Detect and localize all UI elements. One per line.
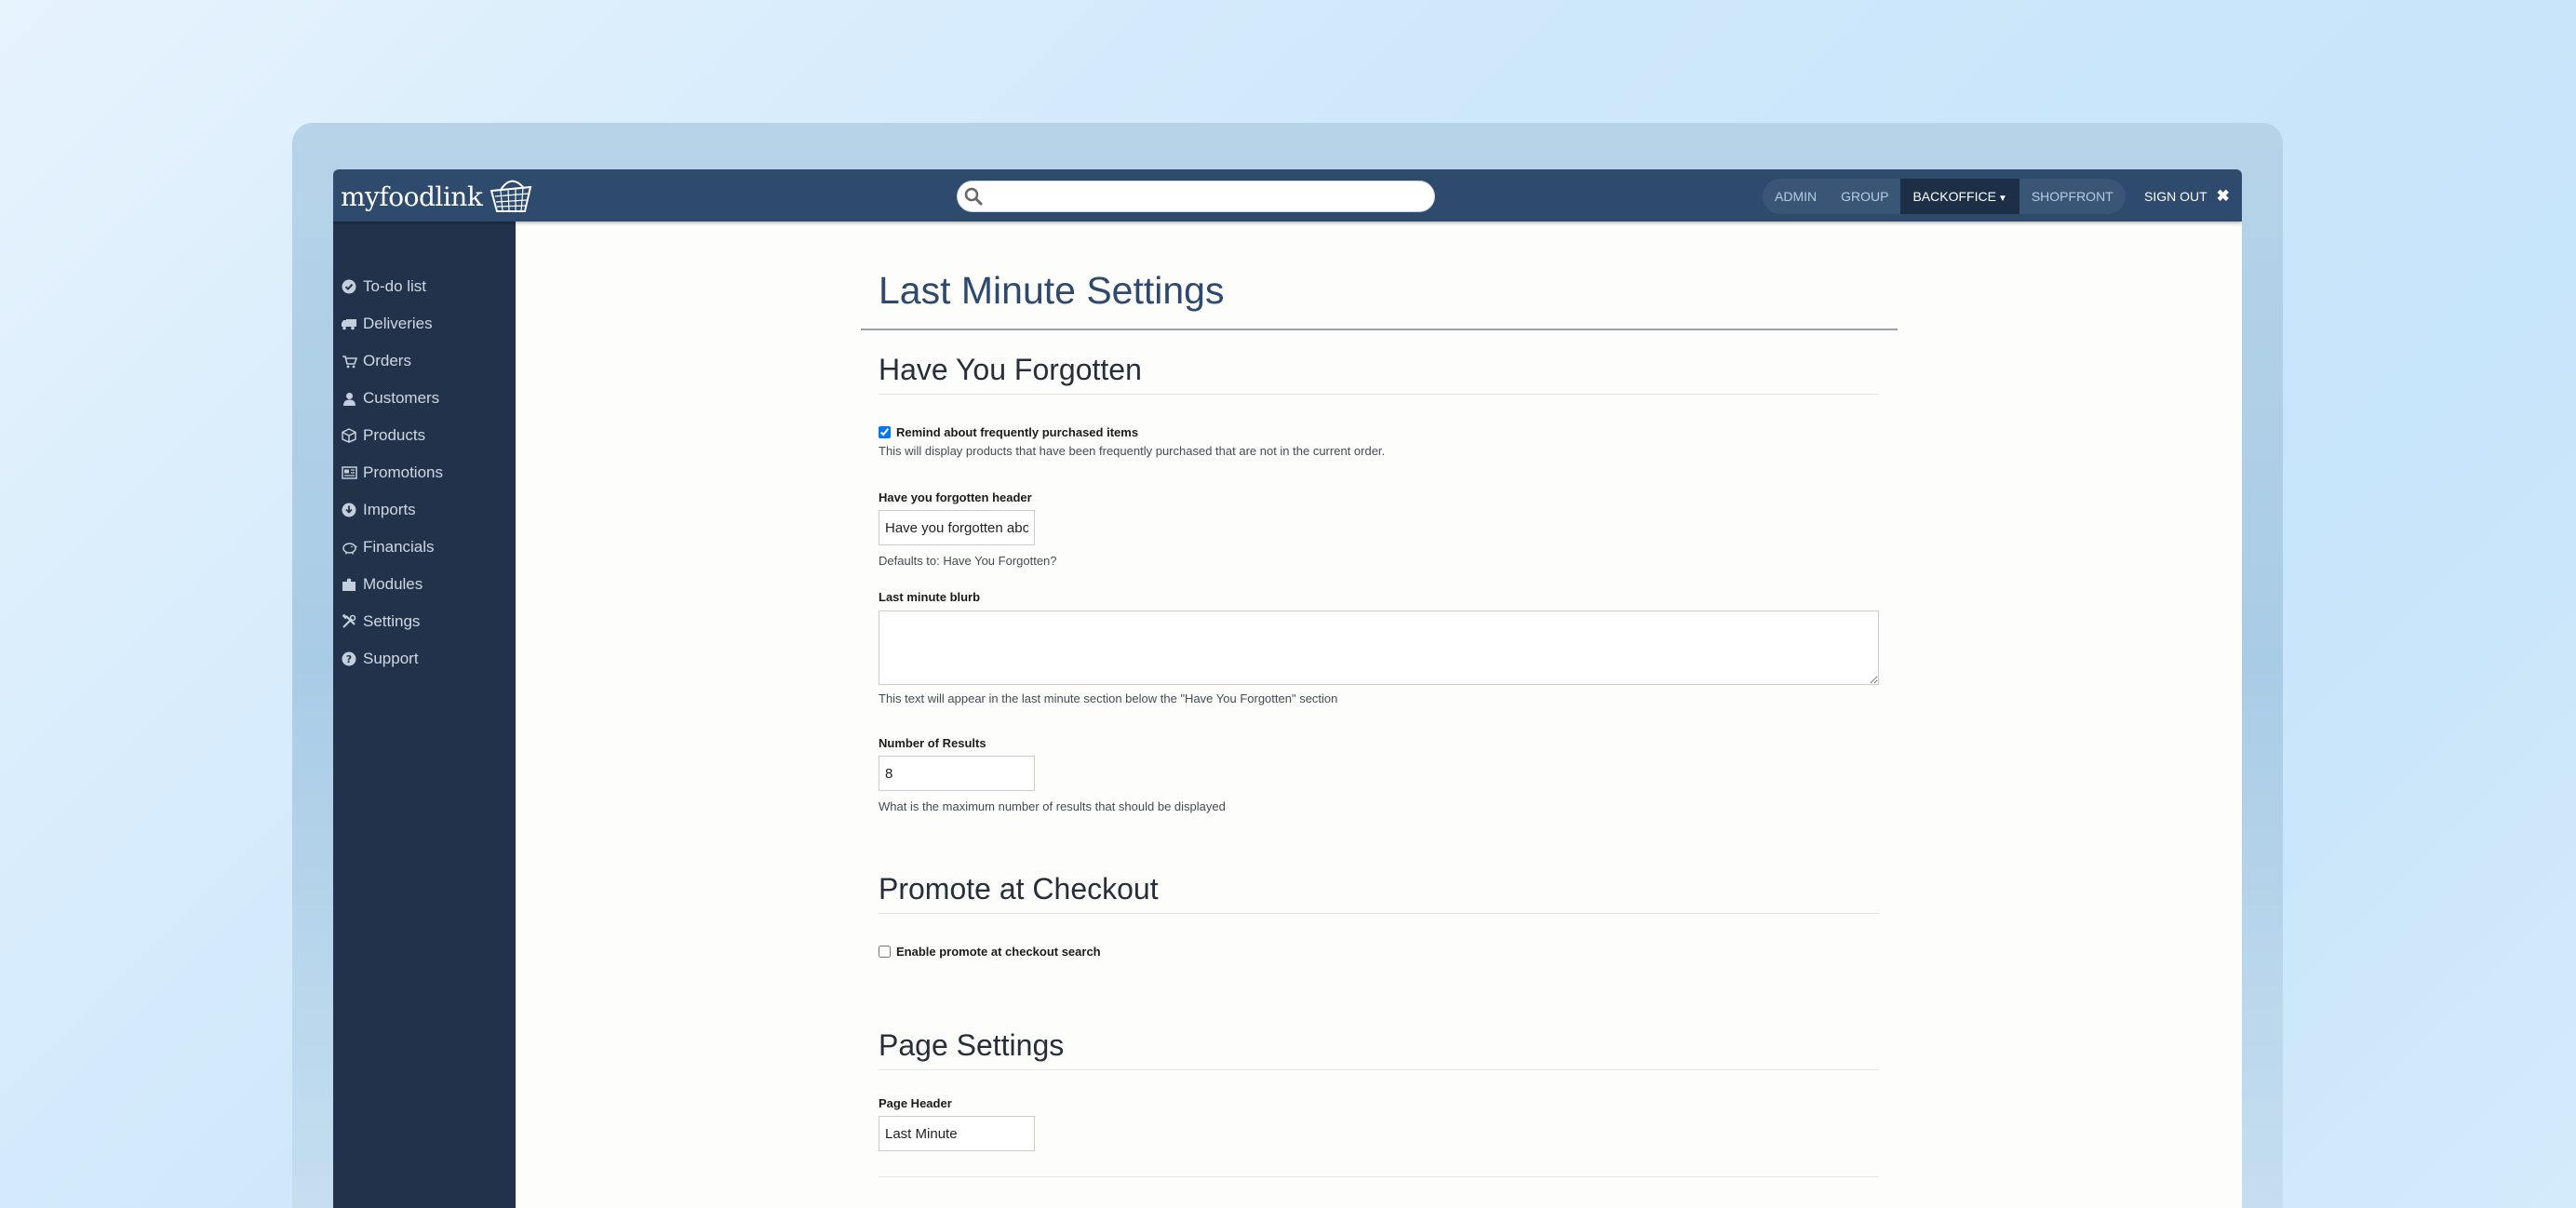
section-heading-page-settings: Page Settings bbox=[879, 1028, 1065, 1062]
sidebar-item-products[interactable]: Products bbox=[333, 417, 516, 454]
environment-switcher: ADMIN GROUP BACKOFFICE ▼ SHOPFRONT bbox=[1763, 179, 2126, 214]
last-minute-blurb-textarea[interactable] bbox=[879, 611, 1879, 685]
sidebar-item-support[interactable]: ? Support bbox=[333, 640, 516, 678]
section-divider bbox=[879, 394, 1879, 395]
page-header-field-label: Page Header bbox=[879, 1096, 952, 1110]
sidebar-item-label: Modules bbox=[363, 575, 423, 593]
puzzle-icon bbox=[341, 576, 357, 593]
remind-help-text: This will display products that have bee… bbox=[879, 444, 1386, 458]
section-heading-promote-at-checkout: Promote at Checkout bbox=[879, 872, 1159, 906]
enable-promote-checkbox[interactable] bbox=[879, 946, 891, 958]
enable-promote-label: Enable promote at checkout search bbox=[896, 945, 1101, 959]
section-divider bbox=[879, 913, 1879, 914]
piggy-bank-icon bbox=[341, 539, 357, 556]
sidebar-item-label: Settings bbox=[363, 612, 421, 630]
check-circle-icon bbox=[341, 278, 357, 295]
caret-down-icon: ▼ bbox=[1997, 194, 2007, 204]
title-divider bbox=[861, 329, 1898, 330]
env-group[interactable]: GROUP bbox=[1829, 179, 1900, 214]
number-of-results-input[interactable] bbox=[879, 756, 1035, 791]
blurb-help-text: This text will appear in the last minute… bbox=[879, 691, 1338, 705]
sidebar-item-orders[interactable]: Orders bbox=[333, 342, 516, 380]
search-box[interactable] bbox=[957, 181, 1435, 212]
env-backoffice-label: BACKOFFICE bbox=[1912, 189, 1996, 204]
header-help-text: Defaults to: Have You Forgotten? bbox=[879, 554, 1057, 568]
logo-text: myfoodlink bbox=[341, 181, 483, 212]
sidebar-item-label: To-do list bbox=[363, 277, 427, 295]
app-window: myfoodlink ADMIN GROUP BACKOFFICE ▼ SHOPF… bbox=[333, 169, 2242, 1208]
sidebar-item-label: Products bbox=[363, 426, 426, 444]
env-backoffice[interactable]: BACKOFFICE ▼ bbox=[1900, 179, 2019, 214]
newspaper-icon bbox=[341, 464, 357, 481]
sidebar: To-do list Deliveries Orders Customers P… bbox=[333, 221, 516, 1208]
sidebar-item-label: Financials bbox=[363, 538, 435, 556]
search-input[interactable] bbox=[991, 185, 1423, 209]
sidebar-item-financials[interactable]: Financials bbox=[333, 529, 516, 566]
page-title: Last Minute Settings bbox=[879, 269, 1225, 312]
section-heading-have-you-forgotten: Have You Forgotten bbox=[879, 353, 1142, 386]
page-header-input[interactable] bbox=[879, 1116, 1035, 1151]
sidebar-item-settings[interactable]: Settings bbox=[333, 603, 516, 640]
sidebar-item-label: Promotions bbox=[363, 463, 443, 481]
have-you-forgotten-header-input[interactable] bbox=[879, 510, 1035, 545]
enable-promote-row[interactable]: Enable promote at checkout search bbox=[879, 945, 1101, 959]
close-icon: ✖ bbox=[2216, 187, 2230, 205]
sidebar-item-label: Deliveries bbox=[363, 315, 433, 332]
sidebar-item-label: Imports bbox=[363, 501, 416, 518]
sidebar-item-customers[interactable]: Customers bbox=[333, 380, 516, 417]
remind-frequent-items-row[interactable]: Remind about frequently purchased items bbox=[879, 425, 1138, 439]
blurb-field-label: Last minute blurb bbox=[879, 590, 981, 604]
sidebar-item-todo-list[interactable]: To-do list bbox=[333, 268, 516, 305]
env-admin[interactable]: ADMIN bbox=[1763, 179, 1829, 214]
search-icon bbox=[964, 187, 983, 206]
box-icon bbox=[341, 427, 357, 444]
results-help-text: What is the maximum number of results th… bbox=[879, 799, 1226, 813]
question-circle-icon: ? bbox=[341, 651, 357, 667]
top-navbar: myfoodlink ADMIN GROUP BACKOFFICE ▼ SHOPF… bbox=[333, 169, 2242, 221]
truck-icon bbox=[341, 315, 357, 332]
svg-text:?: ? bbox=[346, 653, 352, 665]
sidebar-item-label: Orders bbox=[363, 352, 411, 369]
sidebar-item-imports[interactable]: Imports bbox=[333, 491, 516, 529]
results-field-label: Number of Results bbox=[879, 736, 986, 750]
remind-frequent-items-checkbox[interactable] bbox=[879, 426, 891, 438]
cart-icon bbox=[341, 353, 357, 369]
user-icon bbox=[341, 390, 357, 407]
section-divider bbox=[879, 1069, 1879, 1070]
download-circle-icon bbox=[341, 502, 357, 518]
tools-icon bbox=[341, 613, 357, 630]
sign-out-button[interactable]: SIGN OUT ✖ bbox=[2144, 179, 2230, 214]
basket-icon bbox=[490, 180, 532, 212]
env-shopfront[interactable]: SHOPFRONT bbox=[2019, 179, 2126, 214]
logo[interactable]: myfoodlink bbox=[341, 177, 534, 216]
sidebar-item-deliveries[interactable]: Deliveries bbox=[333, 305, 516, 342]
sidebar-item-promotions[interactable]: Promotions bbox=[333, 454, 516, 491]
sidebar-item-modules[interactable]: Modules bbox=[333, 566, 516, 603]
sidebar-item-label: Support bbox=[363, 650, 419, 667]
header-field-label: Have you forgotten header bbox=[879, 490, 1032, 504]
section-divider bbox=[879, 1176, 1879, 1177]
sidebar-item-label: Customers bbox=[363, 389, 440, 407]
sign-out-label: SIGN OUT bbox=[2144, 189, 2207, 204]
main-content: Last Minute Settings Have You Forgotten … bbox=[516, 221, 2242, 1208]
remind-frequent-items-label: Remind about frequently purchased items bbox=[896, 425, 1139, 439]
